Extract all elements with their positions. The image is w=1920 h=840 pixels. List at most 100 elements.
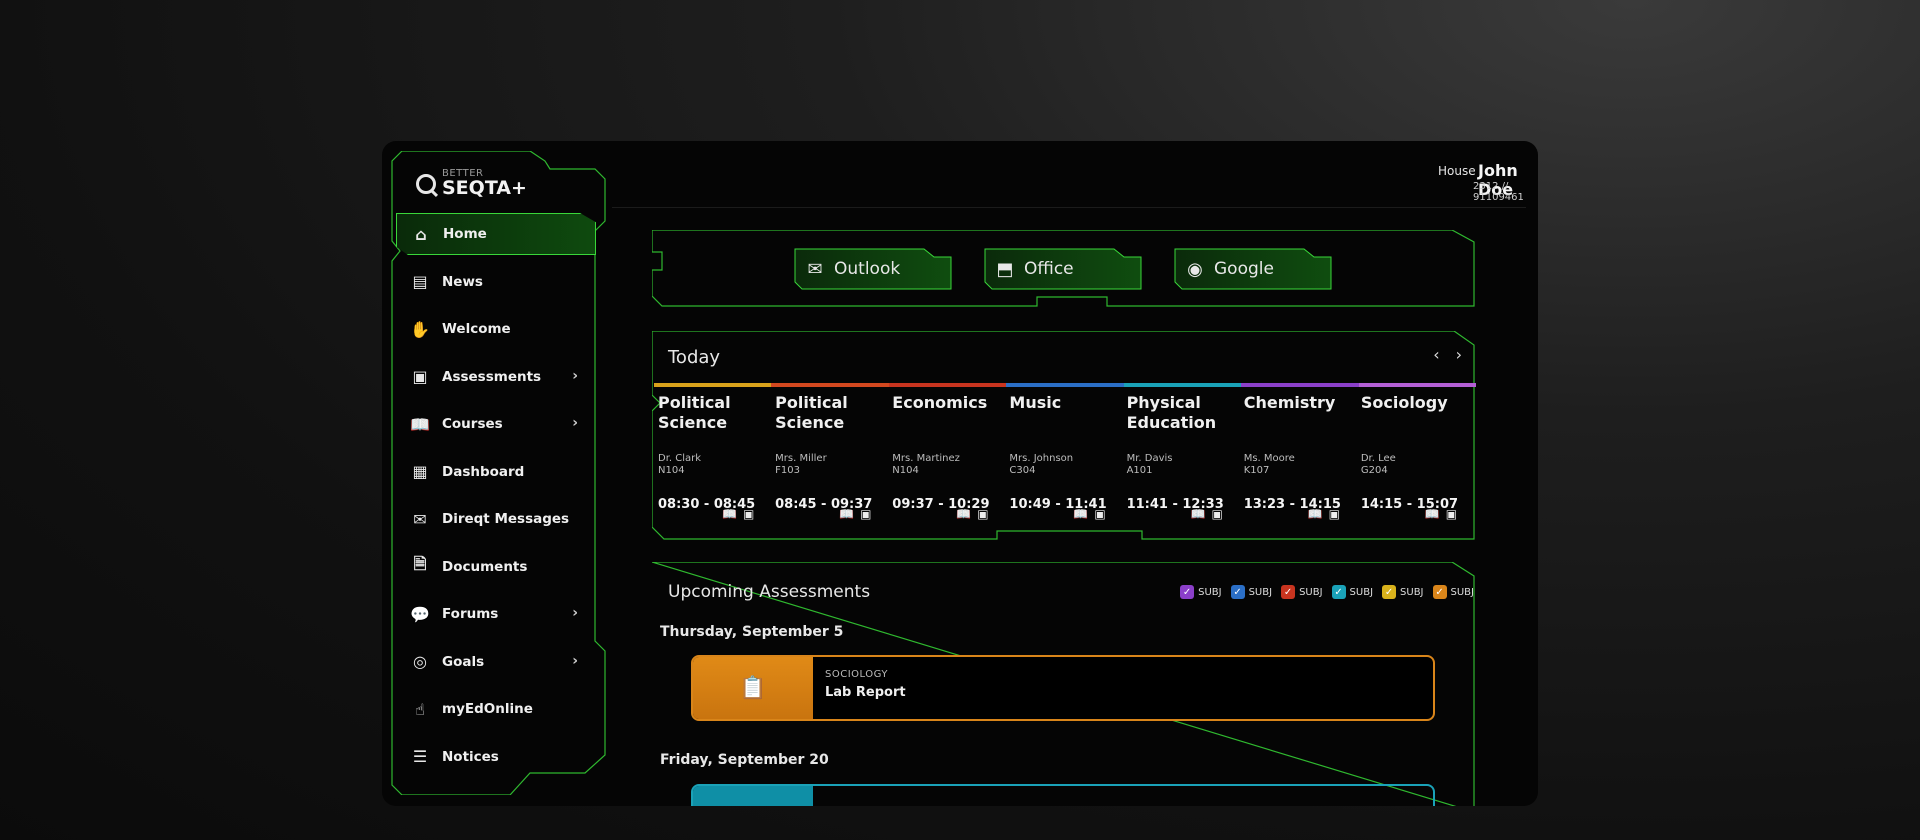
checkbox-icon[interactable]: ✓ [1230, 585, 1245, 599]
sidebar-item-label: Documents [442, 558, 528, 575]
lesson-card[interactable]: Economics Mrs. Martinez N104 09:37 - 10:29 📖… [892, 393, 1009, 533]
lesson-teacher: Dr. Lee [1360, 453, 1396, 464]
sidebar-item-label: Goals [442, 653, 485, 670]
checkbox-icon[interactable]: ✓ [1331, 585, 1346, 599]
assessment-icon[interactable]: ▣ [977, 507, 988, 521]
legend-label: SUBJ [1248, 586, 1273, 598]
lesson-teacher: Mrs. Miller [775, 453, 827, 464]
lesson-list: Political Science Dr. Clark N104 08:30 - 08… [658, 393, 1478, 533]
sidebar-item-forums[interactable]: 💬 Forums › [396, 593, 596, 635]
launcher-google-button[interactable]: ◉ Google [1174, 248, 1332, 290]
assessment-card[interactable]: 📋 SOCIOLOGY Lab Report [691, 655, 1435, 721]
legend-item[interactable]: ✓ SUBJ [1382, 585, 1424, 599]
checkbox-icon[interactable]: ✓ [1180, 585, 1195, 599]
course-book-icon[interactable]: 📖 [1073, 507, 1088, 521]
legend-label: SUBJ [1349, 586, 1374, 598]
prev-day-chevron-icon[interactable]: ‹ [1433, 345, 1439, 364]
assessment-icon[interactable]: ▣ [743, 507, 754, 521]
lesson-room: G204 [1360, 465, 1388, 476]
user-id: 2312 // 91109461 [1473, 181, 1524, 203]
lesson-card[interactable]: Sociology Dr. Lee G204 14:15 - 15:07 📖 ▣ [1361, 393, 1478, 533]
hand-icon: ☝ [415, 699, 425, 719]
assessment-icon[interactable]: ▣ [1094, 507, 1105, 521]
legend-item[interactable]: ✓ SUBJ [1180, 585, 1222, 599]
assessment-icon[interactable]: ▣ [1329, 507, 1340, 521]
sidebar-item-goals[interactable]: ◎ Goals › [396, 641, 596, 683]
launcher-label: Outlook [834, 259, 901, 279]
sidebar-item-home[interactable]: ⌂ Home [396, 213, 596, 255]
course-book-icon[interactable]: 📖 [956, 507, 971, 521]
legend-item[interactable]: ✓ SUBJ [1432, 585, 1474, 599]
lesson-subject: Political Science [775, 393, 848, 432]
lesson-room: C304 [1009, 465, 1036, 476]
checkbox-icon[interactable]: ✓ [1432, 585, 1447, 599]
lesson-color-bar [654, 383, 1476, 387]
launcher-label: Office [1024, 259, 1074, 279]
sidebar-item-dashboard[interactable]: ▦ Dashboard [396, 451, 596, 493]
sidebar-item-label: Courses [442, 416, 503, 432]
sidebar-item-documents[interactable]: 🗎 Documents [396, 546, 596, 588]
checkbox-icon[interactable]: ✓ [1281, 585, 1296, 599]
sidebar: BETTER SEQTA+ ⌂ Home ▤ News ✋ Welcome ▣ Assessm… [390, 151, 606, 795]
lesson-card[interactable]: Physical Education Mr. Davis A101 11:41 - 1… [1127, 393, 1244, 533]
logo-q-icon [416, 173, 436, 194]
today-title: Today [668, 347, 721, 368]
course-book-icon[interactable]: 📖 [1425, 507, 1440, 521]
assessment-icon[interactable]: ▣ [860, 507, 871, 521]
assessment-name: Lab Report [825, 685, 906, 700]
chevron-right-icon: › [572, 652, 578, 669]
sidebar-item-welcome[interactable]: ✋ Welcome [396, 308, 596, 350]
lesson-color-segment [654, 383, 772, 387]
chrome-icon: ◉ [1187, 258, 1203, 280]
sidebar-item-direqt-messages[interactable]: ✉ Direqt Messages [396, 498, 596, 540]
lesson-card[interactable]: Music Mrs. Johnson C304 10:49 - 11:41 📖 ▣ [1009, 393, 1126, 533]
sidebar-item-label: Assessments [442, 368, 542, 385]
header-divider [612, 207, 1526, 208]
assessment-icon[interactable]: ▣ [1212, 507, 1223, 521]
lesson-card[interactable]: Political Science Mrs. Miller F103 08:45 - … [775, 393, 892, 533]
lesson-card[interactable]: Chemistry Ms. Moore K107 13:23 - 14:15 📖 ▣ [1244, 393, 1361, 533]
target-icon: ◎ [413, 652, 427, 671]
seqta-logo[interactable]: BETTER SEQTA+ [416, 169, 527, 198]
lesson-subject: Political Science [658, 393, 731, 432]
sidebar-item-courses[interactable]: 📖 Courses › [396, 403, 596, 445]
legend-item[interactable]: ✓ SUBJ [1230, 585, 1273, 599]
subject-legend: ✓ SUBJ ✓ SUBJ ✓ SUBJ ✓ SUBJ ✓ SUBJ ✓ SUBJ [1180, 585, 1474, 599]
course-book-icon[interactable]: 📖 [722, 507, 737, 521]
sidebar-item-news[interactable]: ▤ News [396, 261, 596, 303]
lesson-room: A101 [1126, 465, 1153, 476]
sidebar-item-label: Notices [442, 748, 499, 765]
sidebar-item-label: Direqt Messages [442, 511, 570, 527]
assessment-icon[interactable]: ▣ [1446, 507, 1457, 521]
sidebar-item-notices[interactable]: ☰ Notices [396, 736, 596, 778]
lesson-color-segment [1358, 383, 1476, 387]
launcher-office-button[interactable]: ⬒ Office [984, 248, 1142, 290]
lesson-subject: Sociology [1360, 393, 1448, 412]
lesson-teacher: Mrs. Martinez [892, 453, 960, 464]
sidebar-item-myedonline[interactable]: ☝ myEdOnline [396, 688, 596, 730]
chat-bubbles-icon: 💬 [410, 604, 430, 624]
next-day-chevron-icon[interactable]: › [1456, 345, 1462, 364]
course-book-icon[interactable]: 📖 [1308, 507, 1323, 521]
home-icon: ⌂ [415, 224, 427, 244]
assessment-subject: SOCIOLOGY [825, 669, 888, 680]
course-book-icon[interactable]: 📖 [1191, 507, 1206, 521]
book-open-icon: 📖 [410, 414, 430, 434]
lesson-room: N104 [658, 465, 685, 476]
legend-item[interactable]: ✓ SUBJ [1281, 585, 1323, 599]
legend-item[interactable]: ✓ SUBJ [1331, 585, 1374, 599]
notice-board-icon: ☰ [412, 747, 428, 766]
course-book-icon[interactable]: 📖 [839, 507, 854, 521]
assessment-card[interactable] [691, 784, 1435, 806]
lesson-room: K107 [1243, 465, 1270, 476]
launcher-outlook-button[interactable]: ✉ Outlook [794, 248, 952, 290]
sidebar-nav: ⌂ Home ▤ News ✋ Welcome ▣ Assessments › 📖 Courses ›… [396, 213, 596, 783]
lesson-card[interactable]: Political Science Dr. Clark N104 08:30 - 08… [658, 393, 775, 533]
launcher-panel: ✉ Outlook ⬒ Office ◉ Google [652, 230, 1478, 310]
logo-big-text: SEQTA+ [442, 177, 527, 199]
message-icon: ✉ [413, 509, 427, 529]
assessments-panel: Upcoming Assessments ✓ SUBJ ✓ SUBJ ✓ SUBJ ✓ SUB… [652, 562, 1478, 806]
sidebar-item-assessments[interactable]: ▣ Assessments › [396, 356, 596, 398]
lesson-subject: Chemistry [1243, 393, 1336, 412]
checkbox-icon[interactable]: ✓ [1382, 585, 1397, 599]
